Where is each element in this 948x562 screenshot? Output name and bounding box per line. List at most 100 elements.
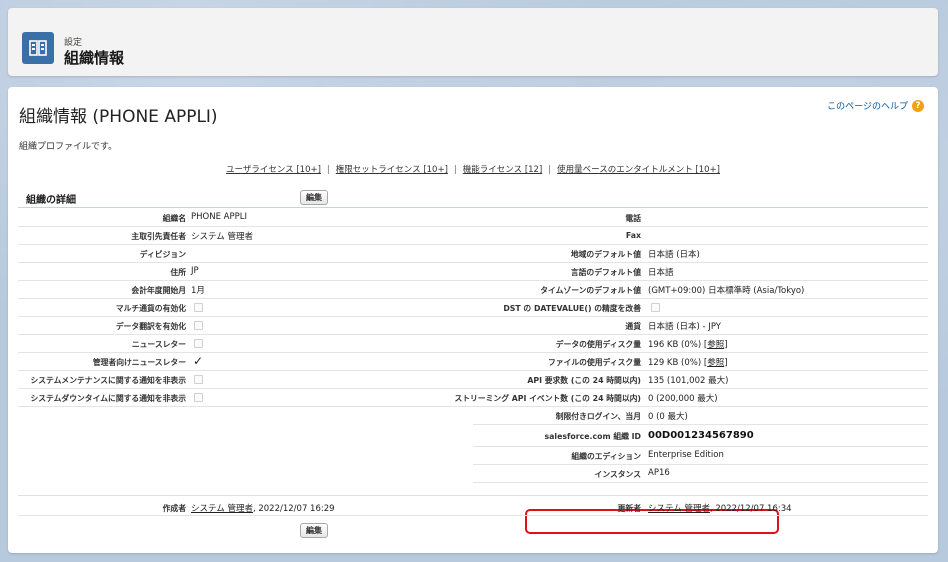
updated-by-date: , 2022/12/07 16:34 [709,504,792,514]
edit-button-top[interactable]: 編集 [300,190,328,205]
field-value-primary-contact: システム 管理者 [191,232,253,242]
field-label-admin-newsletter: 管理者向けニュースレター [92,358,186,367]
field-label-data-translation: データ翻訳を有効化 [115,322,186,331]
data-storage-amount: 196 KB (0%) [648,340,702,350]
updated-by-label: 更新者 [617,504,641,513]
footer-row: 作成者 システム 管理者, 2022/12/07 16:29 更新者 システム … [8,499,938,515]
main-card: 組織情報 (PHONE APPLI) このページのヘルプ ? 組織プロファイルで… [8,87,938,553]
file-storage-view-link[interactable]: 参照 [707,358,724,368]
multicurrency-checkbox [194,303,203,312]
field-label-streaming-api: ストリーミング API イベント数 (この 24 時間以内) [454,394,641,403]
detail-row: 管理者向けニュースレター ✓ ファイルの使用ディスク量 129 KB (0%) … [18,353,928,371]
field-label-hide-downtime: システムダウンタイムに関する通知を非表示 [30,394,186,403]
field-value-default-language: 日本語 [648,268,674,278]
header-title: 組織情報 [64,49,125,67]
section-title: 組織の詳細 [26,195,76,206]
field-label-division: ディビジョン [139,250,186,259]
detail-row: データ翻訳を有効化 通貨 日本語 (日本) - JPY [18,317,928,335]
footer-divider [18,495,928,496]
field-value-api-requests: 135 (101,002 最大) [648,376,729,386]
detail-row: システムダウンタイムに関する通知を非表示 ストリーミング API イベント数 (… [18,389,928,407]
link-permission-set-licenses[interactable]: 権限セットライセンス [10+] [336,165,448,175]
field-value-edition: Enterprise Edition [648,450,724,460]
field-label-primary-contact: 主取引先責任者 [131,232,186,241]
link-user-licenses[interactable]: ユーザライセンス [10+] [226,165,321,175]
detail-row: 住所 JP 言語のデフォルト値 日本語 [18,263,928,281]
field-label-phone: 電話 [625,214,641,223]
field-label-data-storage: データの使用ディスク量 [555,340,641,349]
profile-description: 組織プロファイルです。 [19,142,118,152]
field-value-org-id: 00D001234567890 [648,430,754,441]
help-link[interactable]: このページのヘルプ ? [827,99,924,112]
field-value-address: JP [191,266,199,276]
field-value-currency: 日本語 (日本) - JPY [648,322,721,332]
detail-row: 組織名 PHONE APPLI 電話 [18,209,928,227]
field-value-default-timezone: (GMT+09:00) 日本標準時 (Asia/Tokyo) [648,286,805,296]
detail-row: マルチ通貨の有効化 DST の DATEVALUE() の精度を改善 [18,299,928,317]
section-divider [18,207,928,208]
field-label-fax: Fax [625,231,641,240]
detail-row: 組織のエディション Enterprise Edition [18,447,928,465]
updated-by-value: システム 管理者, 2022/12/07 16:34 [648,502,792,514]
link-feature-licenses[interactable]: 機能ライセンス [12] [463,165,542,175]
detail-row: ディビジョン 地域のデフォルト値 日本語 (日本) [18,245,928,263]
link-separator: | [548,165,552,175]
detail-row: 会計年度開始月 1月 タイムゾーンのデフォルト値 (GMT+09:00) 日本標… [18,281,928,299]
field-label-multicurrency: マルチ通貨の有効化 [115,304,186,313]
created-by-value: システム 管理者, 2022/12/07 16:29 [191,502,335,514]
field-value-restricted-logins: 0 (0 最大) [648,412,688,422]
field-label-default-timezone: タイムゾーンのデフォルト値 [540,286,641,295]
detail-row: システムメンテナンスに関する通知を非表示 API 要求数 (この 24 時間以内… [18,371,928,389]
data-storage-view-link[interactable]: 参照 [707,340,724,350]
field-value-instance: AP16 [648,468,670,478]
field-label-org-id: salesforce.com 組織 ID [544,432,641,441]
field-label-currency: 通貨 [625,322,641,331]
field-value-fiscal-year-start: 1月 [191,286,205,296]
field-label-edition: 組織のエディション [571,452,641,461]
field-label-restricted-logins: 制限付きログイン、当月 [555,412,641,421]
link-separator: | [453,165,457,175]
detail-row: ニュースレター データの使用ディスク量 196 KB (0%) [参照] [18,335,928,353]
field-value-streaming-api: 0 (200,000 最大) [648,394,718,404]
help-link-label[interactable]: このページのヘルプ [827,99,908,112]
link-usage-entitlements[interactable]: 使用量ベースのエンタイトルメント [10+] [557,165,720,175]
field-label-address: 住所 [170,268,186,277]
hide-downtime-checkbox [194,393,203,402]
field-label-default-language: 言語のデフォルト値 [570,268,641,277]
field-label-org-name: 組織名 [162,214,186,223]
help-icon[interactable]: ? [912,99,924,112]
created-by-label: 作成者 [162,504,186,513]
edit-button-bottom[interactable]: 編集 [300,523,328,538]
newsletter-checkbox [194,339,203,348]
checkmark-icon: ✓ [193,354,204,368]
related-links-bar: ユーザライセンス [10+] | 権限セットライセンス [10+] | 機能ライセンス … [8,163,938,175]
file-storage-amount: 129 KB (0%) [648,358,702,368]
field-label-file-storage: ファイルの使用ディスク量 [547,358,641,367]
detail-row: 制限付きログイン、当月 0 (0 最大) [18,407,928,425]
row-divider [473,482,928,483]
page-title: 組織情報 (PHONE APPLI) [19,107,218,127]
field-label-fiscal-year-start: 会計年度開始月 [131,286,186,295]
footer-divider-bottom [18,515,928,516]
field-label-default-locale: 地域のデフォルト値 [570,250,641,259]
hide-maintenance-checkbox [194,375,203,384]
field-label-api-requests: API 要求数 (この 24 時間以内) [527,376,641,385]
detail-table: 組織名 PHONE APPLI 電話 主取引先責任者 システム 管理者 Fax … [18,209,928,483]
created-by-user-link[interactable]: システム 管理者 [191,504,253,514]
field-label-instance: インスタンス [594,470,641,479]
detail-row: salesforce.com 組織 ID 00D001234567890 [18,425,928,447]
field-label-newsletter: ニュースレター [131,340,186,349]
field-label-dst-datevalue: DST の DATEVALUE() の精度を改善 [503,304,641,313]
field-value-file-storage: 129 KB (0%) [参照] [648,358,728,368]
field-label-hide-maintenance: システムメンテナンスに関する通知を非表示 [30,376,186,385]
updated-by-user-link[interactable]: システム 管理者 [648,504,710,514]
detail-row: インスタンス AP16 [18,465,928,483]
building-icon [22,32,54,64]
link-separator: | [326,165,330,175]
created-by-date: , 2022/12/07 16:29 [252,504,335,514]
dst-datevalue-checkbox [651,303,660,312]
field-value-org-name: PHONE APPLI [191,212,247,222]
header-card: 設定 組織情報 [8,8,938,76]
data-translation-checkbox [194,321,203,330]
field-value-default-locale: 日本語 (日本) [648,250,700,260]
